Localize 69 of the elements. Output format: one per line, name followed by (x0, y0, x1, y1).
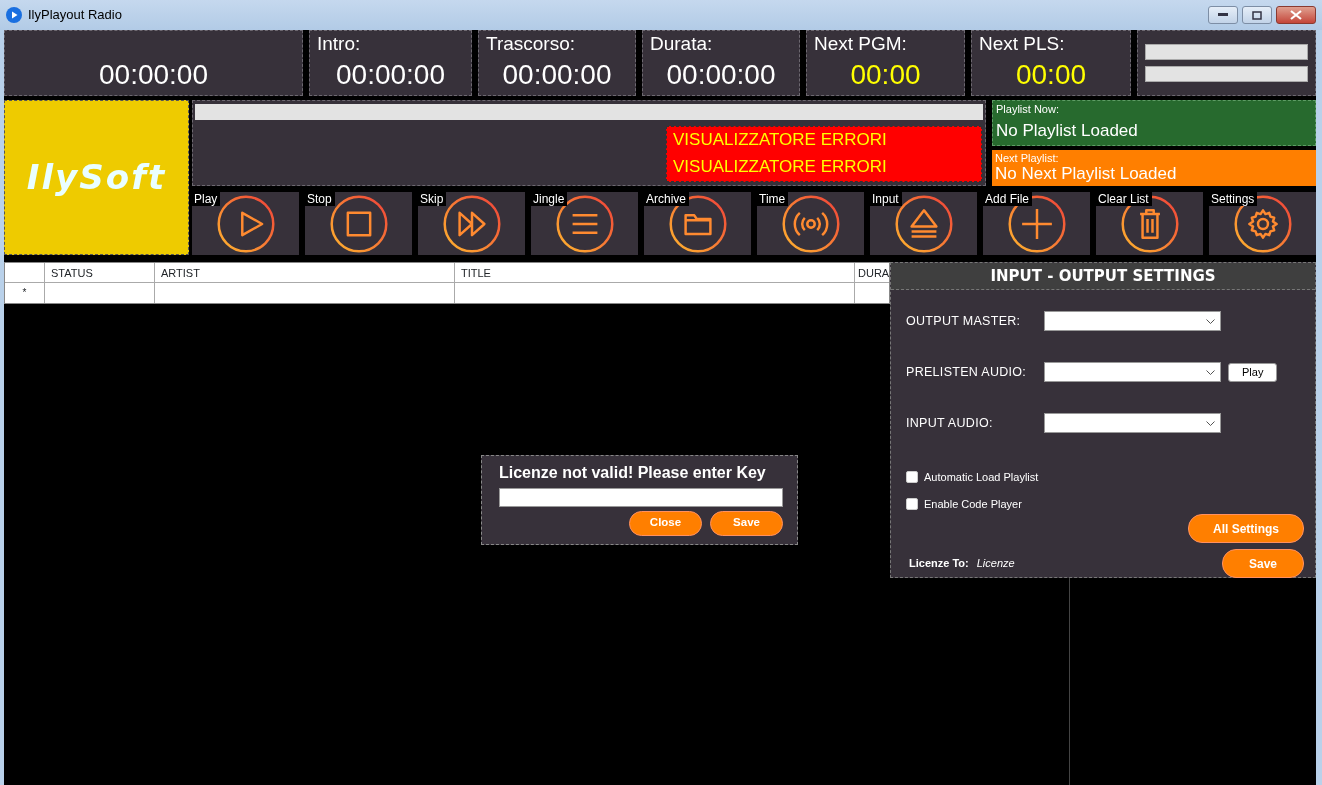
maximize-icon (1252, 10, 1262, 20)
timer-value: 00:00:00 (98, 61, 209, 89)
close-button[interactable] (1276, 6, 1316, 24)
timer-label: Next PLS: (978, 32, 1066, 53)
error-message: VISUALIZZATORE ERRORI (673, 158, 888, 177)
timer-value: 00:00 (849, 61, 922, 89)
checkbox[interactable] (906, 497, 918, 510)
button-label: Add File (983, 192, 1033, 206)
button-label: Stop (305, 192, 335, 206)
field-label: PRELISTEN AUDIO: (906, 363, 1028, 381)
button-label: Time (757, 192, 789, 206)
app-play-icon (6, 7, 22, 23)
timer-label: Next PGM: (813, 32, 908, 53)
button-label: Skip (418, 192, 447, 206)
minimize-icon (1218, 13, 1228, 17)
column-header: DURA (857, 266, 889, 281)
timer-value: 00:00:00 (665, 61, 777, 89)
button-label: Settings (1209, 192, 1258, 206)
field-label: OUTPUT MASTER: (906, 312, 1022, 330)
close-icon (1290, 10, 1302, 20)
button-label: Jingle (531, 192, 568, 206)
maximize-button[interactable] (1242, 6, 1272, 24)
minimize-button[interactable] (1208, 6, 1238, 24)
window-title: IlyPlayout Radio (28, 6, 122, 25)
button-label: Input (870, 192, 902, 206)
time-button[interactable]: Time (757, 192, 864, 255)
clear-list-button[interactable]: Clear List (1096, 192, 1203, 255)
skip-button[interactable]: Skip (418, 192, 525, 255)
license-label: Licenze To: (909, 556, 969, 572)
option-label: Enable Code Player (924, 496, 1022, 512)
timer-value: 00:00:00 (501, 61, 613, 89)
timer-label: Trascorso: (485, 32, 577, 53)
chevron-down-icon (1206, 420, 1215, 426)
playlist-now-label: Playlist Now: (996, 102, 1060, 117)
chevron-down-icon (1206, 369, 1215, 375)
next-playlist-label: Next Playlist: (995, 151, 1060, 166)
stop-button[interactable]: Stop (305, 192, 412, 255)
archive-button[interactable]: Archive (644, 192, 751, 255)
timer-value: 00:00 (1014, 61, 1088, 89)
column-header: ARTIST (155, 263, 455, 282)
add-file-button[interactable]: Add File (983, 192, 1090, 255)
device-dropdown[interactable] (1044, 362, 1221, 382)
button-label: Archive (644, 192, 689, 206)
timer-label: Durata: (649, 32, 714, 53)
key-input-field[interactable] (499, 487, 783, 507)
play-button[interactable]: Play (192, 192, 299, 255)
column-header: STATUS (45, 263, 155, 282)
play-button[interactable]: Play (1228, 362, 1278, 382)
playlist-now-value: No Playlist Loaded (996, 122, 1139, 141)
jingle-button[interactable]: Jingle (531, 192, 638, 255)
logo-text: IlySoft (26, 156, 167, 199)
settings-button[interactable]: Settings (1209, 192, 1316, 255)
chevron-down-icon (1206, 318, 1215, 324)
input-button[interactable]: Input (870, 192, 977, 255)
button-label: Clear List (1096, 192, 1152, 206)
option-label: Automatic Load Playlist (924, 470, 1039, 485)
timer-label: Intro: (316, 32, 362, 53)
timer-value: 00:00:00 (335, 61, 446, 89)
column-header: TITLE (455, 263, 855, 282)
error-message: VISUALIZZATORE ERRORI (673, 131, 888, 150)
license-value: Licenze (976, 556, 1015, 572)
next-playlist-value: No Next Playlist Loaded (995, 165, 1178, 184)
field-label: INPUT AUDIO: (906, 414, 994, 432)
dialog-title: Licenze not valid! Please enter Key (499, 464, 767, 482)
settings-title: INPUT - OUTPUT SETTINGS (891, 263, 1315, 290)
checkbox[interactable] (906, 471, 918, 484)
button-label: Play (192, 192, 221, 206)
device-dropdown[interactable] (1044, 413, 1221, 433)
device-dropdown[interactable] (1044, 311, 1221, 331)
